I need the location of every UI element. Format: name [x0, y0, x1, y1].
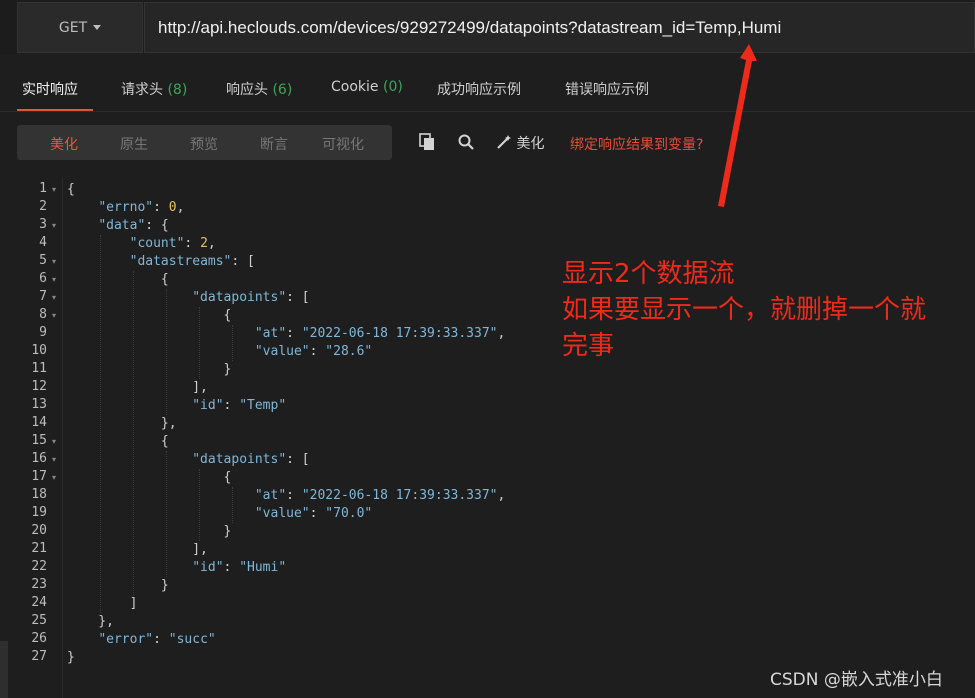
annotation-line-1: 显示2个数据流	[562, 259, 735, 289]
annotation-line-2: 如果要显示一个，就删掉一个就	[562, 295, 927, 325]
annotation-note: 显示2个数据流 如果要显示一个，就删掉一个就 完事	[562, 256, 926, 364]
annotation-line-3: 完事	[562, 331, 615, 361]
scrollbar[interactable]	[0, 641, 8, 698]
watermark: CSDN @嵌入式准小白	[770, 670, 943, 690]
